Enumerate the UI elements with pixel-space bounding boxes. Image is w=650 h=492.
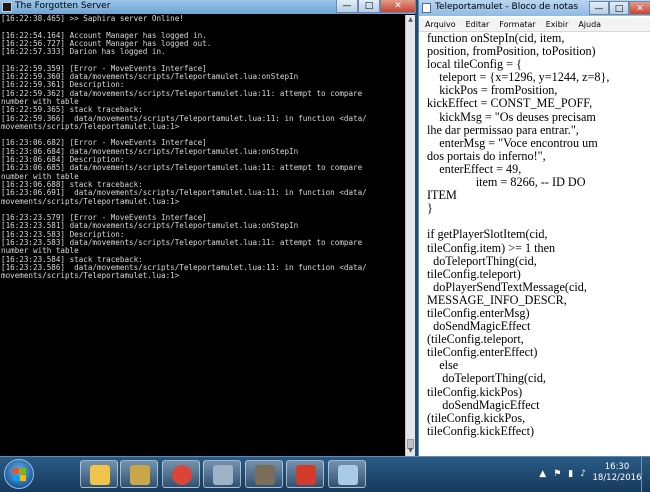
console-window-controls: — □ ✕ — [336, 0, 416, 14]
console-scrollbar[interactable]: ▲ ▼ — [405, 15, 415, 456]
taskbar-app-server-tool[interactable] — [245, 460, 283, 488]
console-close-button[interactable]: ✕ — [380, 0, 416, 13]
console-line: movements/scripts/Teleportamulet.lua:1> — [1, 271, 180, 281]
taskbar-app-notepad[interactable] — [328, 460, 366, 488]
taskbar-app-windows-explorer[interactable] — [80, 460, 118, 488]
code-line: doTeleportThing(cid, — [427, 371, 546, 386]
scroll-up-icon[interactable]: ▲ — [406, 15, 415, 25]
taskbar-app-lol-launcher[interactable] — [120, 460, 158, 488]
console-line: [16:22:38.465] >> Saphira server Online! — [1, 15, 184, 23]
chrome-icon — [172, 465, 192, 485]
console-output: [16:22:38.465] >> Saphira server Online!… — [1, 15, 404, 455]
code-line: tileConfig.item) >= 1 then — [427, 240, 556, 255]
volume-icon[interactable]: ♪ — [580, 467, 586, 481]
notepad-text-area[interactable]: function onStepIn(cid, item, position, fr… — [427, 32, 650, 456]
code-line: ITEM — [427, 188, 457, 203]
code-line: kickMsg = "Os deuses precisam — [427, 109, 596, 124]
console-line: movements/scripts/Teleportamulet.lua:1> — [1, 121, 180, 131]
notepad-app-icon — [422, 3, 431, 13]
menu-exibir[interactable]: Exibir — [540, 18, 573, 31]
code-line: doPlayerSendTextMessage(cid, — [427, 279, 587, 294]
clock-time: 16:30 — [604, 462, 630, 472]
code-line: lhe dar permissao para entrar.", — [427, 122, 579, 137]
network-icon[interactable]: ▮ — [568, 467, 573, 481]
menu-ajuda[interactable]: Ajuda — [572, 18, 605, 31]
console-line: movements/scripts/Teleportamulet.lua:1> — [1, 196, 180, 206]
notepad-title: Teleportamulet - Bloco de notas — [435, 2, 579, 12]
code-line: tileConfig.enterEffect) — [427, 345, 538, 360]
menu-editar[interactable]: Editar — [460, 18, 494, 31]
console-line: [16:22:57.333] Darion has logged in. — [1, 47, 166, 57]
taskbar-app-tibia[interactable] — [286, 460, 324, 488]
clock[interactable]: 16:30 18/12/2016 — [587, 462, 647, 484]
code-line: tileConfig.kickEffect) — [427, 423, 535, 438]
ot-client-icon — [213, 465, 233, 485]
system-tray: ▲ ⚑ ▮ ♪ — [539, 467, 586, 481]
menu-arquivo[interactable]: Arquivo — [419, 18, 460, 31]
console-minimize-button[interactable]: — — [336, 0, 358, 13]
notepad-menubar: Arquivo Editar Formatar Exibir Ajuda — [419, 18, 650, 32]
code-line: kickEffect = CONST_ME_POFF, — [427, 96, 593, 111]
console-maximize-button[interactable]: □ — [358, 0, 380, 13]
code-line: MESSAGE_INFO_DESCR, — [427, 292, 567, 307]
console-titlebar[interactable]: The Forgotten Server — □ ✕ — [0, 0, 416, 14]
notepad-icon — [338, 465, 358, 485]
show-desktop-button[interactable] — [641, 457, 650, 492]
windows-logo-icon — [13, 468, 26, 481]
windows-explorer-icon — [90, 465, 110, 485]
taskbar-app-chrome[interactable] — [162, 460, 200, 488]
code-line: doSendMagicEffect — [427, 397, 540, 412]
flag-icon[interactable]: ⚑ — [553, 467, 561, 481]
code-line: enterMsg = "Voce encontrou um — [427, 135, 598, 150]
notepad-window-controls: — □ ✕ — [589, 1, 650, 15]
notepad-titlebar[interactable]: Teleportamulet - Bloco de notas — □ ✕ — [419, 0, 650, 16]
scroll-down-icon[interactable]: ▼ — [406, 446, 415, 456]
tibia-icon — [296, 465, 316, 485]
notepad-window[interactable]: Teleportamulet - Bloco de notas — □ ✕ Ar… — [418, 0, 650, 456]
lol-launcher-icon — [130, 465, 150, 485]
arrow-icon[interactable]: ▲ — [539, 467, 546, 481]
code-line: item = 8266, -- ID DO — [427, 175, 586, 190]
code-line: if getPlayerSlotItem(cid, — [427, 227, 548, 242]
code-line: dos portais do inferno!", — [427, 148, 546, 163]
menu-formatar[interactable]: Formatar — [493, 18, 539, 31]
notepad-maximize-button[interactable]: □ — [609, 1, 629, 15]
code-line: } — [427, 201, 433, 216]
start-button[interactable] — [4, 459, 34, 489]
notepad-minimize-button[interactable]: — — [589, 1, 609, 15]
console-app-icon — [2, 2, 12, 12]
console-window[interactable]: The Forgotten Server — □ ✕ [16:22:38.465… — [0, 0, 416, 456]
taskbar-app-ot-client[interactable] — [203, 460, 241, 488]
clock-date: 18/12/2016 — [592, 473, 642, 483]
notepad-close-button[interactable]: ✕ — [629, 1, 650, 15]
taskbar: ▲ ⚑ ▮ ♪ 16:30 18/12/2016 — [0, 456, 650, 492]
code-line: tileConfig.kickPos) — [427, 384, 523, 399]
code-line: (tileConfig.kickPos, — [427, 410, 526, 425]
console-title: The Forgotten Server — [15, 1, 111, 11]
server-tool-icon — [255, 465, 275, 485]
code-line: doTeleportThing(cid, — [427, 253, 537, 268]
code-line: tileConfig.teleport) — [427, 266, 521, 281]
